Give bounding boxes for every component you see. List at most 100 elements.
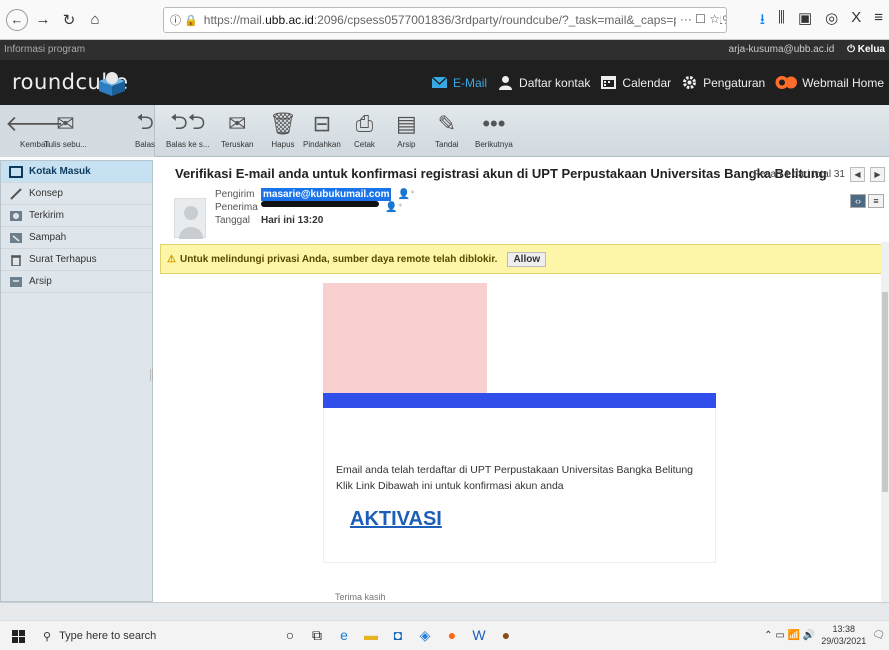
mark-button[interactable]: ✎ Tandai — [435, 109, 459, 149]
compose-button[interactable]: ✉ Tulis sebu... — [44, 109, 87, 149]
about-link[interactable]: Informasi program — [4, 44, 85, 55]
email-card: Email anda telah terdaftar di UPT Perpus… — [323, 408, 716, 563]
reply-all-icon: ⮌⮌ — [170, 109, 206, 134]
nav-email[interactable]: E-Mail — [431, 75, 487, 90]
logout-link[interactable]: ⏻ Kelua — [847, 44, 885, 55]
address-bar[interactable]: ⓘ 🔒 https://mail.ubb.ac.id:2096/cpsess05… — [163, 7, 727, 33]
user-email: arja-kusuma@ubb.ac.id — [728, 44, 835, 55]
library-icon[interactable]: ⫼ — [778, 9, 785, 34]
x-extension-icon[interactable]: X — [851, 9, 861, 34]
nav-webmail-home[interactable]: Webmail Home — [775, 75, 884, 90]
download-icon[interactable]: ⭳ — [760, 9, 765, 34]
source-view-icon[interactable]: ‹› — [850, 194, 866, 208]
folder-drafts[interactable]: Konsep — [1, 183, 152, 205]
folder-junk[interactable]: Sampah — [1, 227, 152, 249]
cpanel-icon — [775, 76, 798, 89]
message-subject: Verifikasi E-mail anda untuk konfirmasi … — [175, 166, 827, 181]
email-signoff: Terima kasih — [335, 592, 386, 602]
allow-button[interactable]: Allow — [507, 251, 547, 267]
next-message-icon[interactable]: ▶ — [870, 167, 885, 182]
reply-all-button[interactable]: ⮌⮌ Balas ke s... — [166, 109, 210, 149]
recipient-redacted — [261, 201, 379, 207]
message-pager: Pesan 1 dari total 31 ◀ ▶ — [753, 167, 885, 182]
date-label: Tanggal — [215, 215, 251, 226]
folder-inbox[interactable]: Kotak Masuk — [1, 161, 152, 183]
status-bar — [0, 602, 889, 620]
notification-icon[interactable]: 🗨 — [872, 630, 885, 641]
app-icon[interactable]: ● — [496, 624, 516, 646]
url-actions[interactable]: ··· ☐ ☆ — [675, 12, 720, 26]
folder-sent[interactable]: Terkirim — [1, 205, 152, 227]
archive-button[interactable]: ▤ Arsip — [396, 109, 417, 149]
windows-taskbar: ⚲ Type here to search ○ ⧉ e ▬ ◘ ◈ ● W ● … — [0, 620, 889, 650]
taskbar-search[interactable]: ⚲ Type here to search — [43, 621, 156, 650]
lock-icon: ⓘ 🔒 — [170, 15, 198, 27]
system-tray: ⌃ ▭ 📶 🔊 13:38 29/03/2021 🗨 — [764, 623, 885, 647]
archive-icon — [10, 276, 22, 287]
forward-button[interactable]: ✉ Teruskan — [221, 109, 253, 149]
extension-icon[interactable]: ◎ — [825, 9, 838, 34]
email-banner — [323, 393, 716, 408]
trash-icon: 🗑 — [269, 111, 297, 136]
browser-tools: ⭳ ⫼ ▣ ◎ X ≡ — [760, 9, 889, 34]
print-icon: ⎙ — [355, 111, 374, 136]
move-button[interactable]: ⊟ Pindahkan — [303, 109, 341, 149]
cortana-icon[interactable]: ○ — [280, 624, 300, 646]
message-toolbar: 🡐 Kembali ✉ Tulis sebu... ⮌ Balas ⮌⮌ Bal… — [0, 105, 889, 157]
folder-trash[interactable]: Surat Terhapus — [1, 249, 152, 271]
previous-message-icon[interactable]: ◀ — [850, 167, 865, 182]
message-scrollbar[interactable] — [881, 242, 889, 602]
reload-icon[interactable]: ↻ — [58, 9, 80, 31]
menu-icon[interactable]: ≡ — [874, 9, 883, 34]
pane-splitter[interactable]: ║ — [148, 370, 155, 381]
folder-archive[interactable]: Arsip — [1, 271, 152, 293]
print-button[interactable]: ⎙ Cetak — [354, 109, 375, 149]
nav-contacts[interactable]: Daftar kontak — [497, 75, 590, 90]
archive-icon: ▤ — [396, 111, 417, 136]
sidebar-icon[interactable]: ▣ — [798, 9, 812, 34]
message-header-fields: Pengirim masarie@kubukumail.com 👤⁺ Pener… — [215, 188, 415, 227]
trash-icon — [11, 254, 21, 266]
mail-icon — [431, 76, 448, 88]
reply-button[interactable]: ⮌ Balas — [135, 109, 155, 149]
roundcube-logo-icon — [99, 72, 125, 96]
gear-icon — [683, 76, 697, 89]
message-header: Verifikasi E-mail anda untuk konfirmasi … — [160, 160, 889, 242]
sender-address[interactable]: masarie@kubukumail.com — [261, 188, 392, 201]
store-icon[interactable]: ◘ — [388, 624, 408, 646]
to-label: Penerima — [215, 202, 258, 213]
nav-calendar[interactable]: Calendar — [600, 75, 671, 90]
add-contact-icon[interactable]: 👤⁺ — [385, 201, 403, 214]
remote-content-warning: ⚠ Untuk melindungi privasi Anda, sumber … — [160, 244, 889, 274]
activation-link[interactable]: AKTIVASI — [350, 508, 442, 531]
clock[interactable]: 13:38 29/03/2021 — [821, 623, 866, 647]
word-icon[interactable]: W — [469, 624, 489, 646]
junk-icon — [10, 232, 22, 243]
headers-view-icon[interactable]: ≡ — [868, 194, 884, 208]
inbox-icon — [9, 165, 23, 178]
windows-start-icon[interactable] — [12, 630, 25, 643]
email-text: Email anda telah terdaftar di UPT Perpus… — [336, 464, 694, 492]
delete-button[interactable]: 🗑 Hapus — [269, 109, 297, 149]
task-view-icon[interactable]: ⧉ — [307, 624, 327, 646]
from-label: Pengirim — [215, 189, 255, 200]
forward-arrow-icon[interactable]: → — [32, 9, 54, 31]
top-info-bar: Informasi program arja-kusuma@ubb.ac.id … — [0, 40, 889, 60]
pencil-icon — [10, 187, 22, 200]
pen-icon: ✎ — [437, 111, 456, 136]
tray-icons[interactable]: ⌃ ▭ 📶 🔊 — [764, 630, 815, 641]
file-explorer-icon[interactable]: ▬ — [361, 624, 381, 646]
back-arrow-icon[interactable]: ← — [6, 8, 28, 31]
add-contact-icon[interactable]: 👤⁺ — [397, 188, 415, 201]
home-icon[interactable]: ⌂ — [84, 9, 106, 31]
url-text: https://mail.ubb.ac.id:2096/cpsess057700… — [203, 13, 727, 27]
view-mode-buttons: ‹› ≡ — [850, 194, 884, 208]
app-header: roundcube E-Mail Daftar kontak Calendar … — [0, 60, 889, 105]
firefox-icon[interactable]: ● — [442, 624, 462, 646]
edge-icon[interactable]: e — [334, 624, 354, 646]
more-button[interactable]: ••• Berikutnya — [475, 109, 513, 149]
warning-icon: ⚠ — [167, 253, 176, 265]
vpn-icon[interactable]: ◈ — [415, 624, 435, 646]
nav-settings[interactable]: Pengaturan — [681, 75, 765, 90]
forward-icon: ✉ — [228, 111, 247, 136]
